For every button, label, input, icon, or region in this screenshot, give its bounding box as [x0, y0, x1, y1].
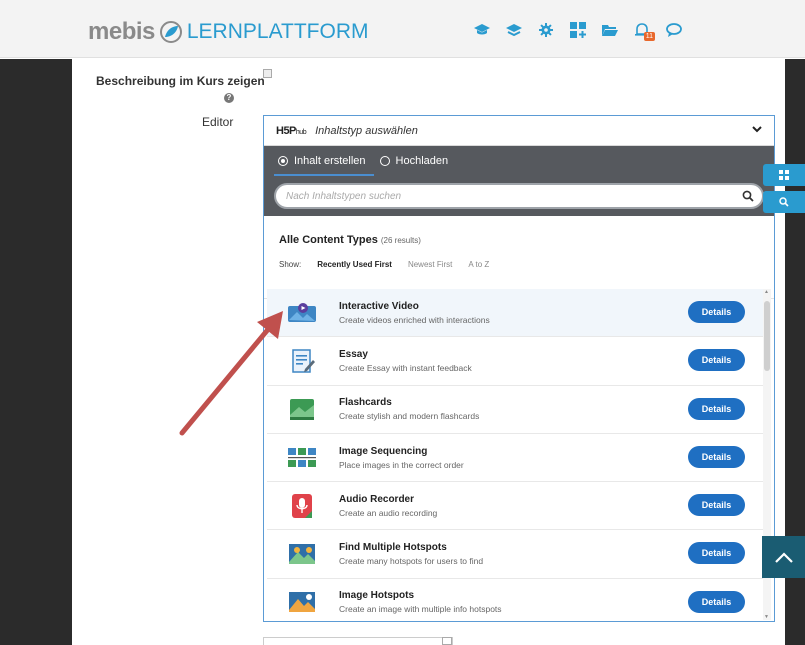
h5p-logo-sub: hub [295, 128, 307, 136]
scroll-up-icon[interactable]: ▲ [764, 289, 769, 295]
list-item[interactable]: Essay Create Essay with instant feedback… [267, 337, 764, 386]
hub-tabs: Inhalt erstellen Hochladen [264, 146, 774, 176]
list-item[interactable]: Flashcards Create stylish and modern fla… [267, 386, 764, 434]
graduation-cap-icon[interactable] [468, 18, 495, 42]
filter-newest-first[interactable]: Newest First [408, 260, 452, 269]
list-item[interactable]: Interactive Video Create videos enriched… [267, 289, 764, 338]
beschreibung-checkbox[interactable] [263, 69, 272, 78]
grid-plus-icon[interactable] [564, 18, 591, 42]
help-icon[interactable]: ? [224, 93, 234, 103]
notification-badge: 11 [643, 32, 655, 41]
bell-icon[interactable]: 11 [628, 18, 655, 42]
image-sequencing-icon [288, 447, 316, 467]
image-hotspots-icon [289, 592, 315, 613]
details-button[interactable]: Details [688, 301, 745, 323]
radio-inhalt-erstellen[interactable] [278, 156, 288, 166]
h5p-hub-logo: H5Phub [276, 124, 307, 137]
grid-icon [779, 170, 789, 180]
tab-label: Inhalt erstellen [294, 155, 366, 167]
tab-inhalt-erstellen[interactable]: Inhalt erstellen [274, 146, 374, 176]
details-button[interactable]: Details [688, 494, 745, 517]
editor-label: Editor [202, 115, 234, 129]
details-button[interactable]: Details [688, 397, 745, 420]
nav-icon-bar: 11 [468, 18, 692, 42]
audio-recorder-icon [292, 493, 312, 518]
bottom-field[interactable] [263, 637, 453, 645]
h5p-logo-text: H5P [276, 124, 296, 137]
beschreibung-label: Beschreibung im Kurs zeigen [96, 74, 265, 88]
search-icon [779, 197, 789, 207]
scroll-thumb[interactable] [764, 301, 770, 371]
content-types-header: Alle Content Types (26 results) Show: Re… [264, 216, 774, 299]
side-search-button[interactable] [763, 191, 805, 213]
logo-main-text: mebis [88, 18, 155, 45]
details-button[interactable]: Details [688, 542, 745, 565]
leaf-icon [159, 21, 182, 43]
bottom-checkbox[interactable] [442, 637, 452, 645]
interactive-video-icon [288, 302, 316, 322]
gear-icon[interactable] [532, 18, 559, 42]
content-type-list: Interactive Video Create videos enriched… [267, 289, 764, 621]
list-item[interactable]: Image Hotspots Create an image with mult… [267, 579, 764, 621]
tab-hochladen[interactable]: Hochladen [379, 146, 449, 176]
scroll-down-icon[interactable]: ▼ [764, 614, 769, 620]
list-item[interactable]: Audio Recorder Create an audio recording… [267, 482, 764, 531]
sort-filters: Show: Recently Used First Newest First A… [279, 260, 774, 269]
search-box[interactable] [274, 183, 764, 209]
list-title: Alle Content Types [279, 234, 378, 246]
tab-label: Hochladen [395, 155, 449, 167]
logo-sub-text: LERNPLATTFORM [186, 20, 369, 43]
content-types-title: Alle Content Types (26 results) [279, 234, 774, 246]
back-to-top-button[interactable] [762, 536, 805, 578]
search-icon[interactable] [742, 190, 754, 202]
results-count: (26 results) [380, 236, 421, 245]
essay-icon [292, 349, 315, 373]
radio-hochladen[interactable] [379, 156, 390, 166]
mebis-logo[interactable]: mebis LERNPLATTFORM [88, 18, 369, 46]
chat-icon[interactable] [660, 18, 687, 42]
filter-a-to-z[interactable]: A to Z [468, 260, 489, 269]
left-dark-column [0, 59, 72, 645]
filter-recently-used[interactable]: Recently Used First [317, 260, 392, 269]
chevron-down-icon[interactable] [752, 124, 762, 136]
details-button[interactable]: Details [688, 349, 745, 372]
list-item[interactable]: Image Sequencing Place images in the cor… [267, 434, 764, 483]
h5p-hub-panel: H5Phub Inhaltstyp auswählen Inhalt erste… [263, 115, 775, 622]
details-button[interactable]: Details [688, 445, 745, 468]
search-input[interactable] [286, 190, 716, 202]
block-drawer-button[interactable] [763, 164, 805, 186]
show-label: Show: [279, 260, 302, 269]
flashcards-icon [290, 399, 314, 421]
hub-title: Inhaltstyp auswählen [315, 124, 418, 137]
hub-header[interactable]: H5Phub Inhaltstyp auswählen [264, 116, 774, 146]
find-multiple-hotspots-icon [289, 544, 315, 565]
search-band [264, 176, 774, 216]
list-item[interactable]: Find Multiple Hotspots Create many hotsp… [267, 530, 764, 579]
details-button[interactable]: Details [688, 590, 745, 613]
folder-icon[interactable] [596, 18, 623, 42]
courses-icon[interactable] [500, 18, 527, 42]
chevron-up-icon [774, 551, 793, 563]
top-bar: mebis LERNPLATTFORM 11 [0, 0, 805, 58]
